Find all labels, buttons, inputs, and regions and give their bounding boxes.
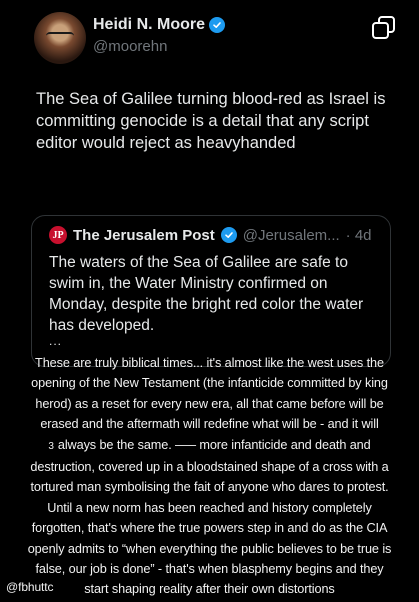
caption-line: These are truly biblical times... it's a… [35,356,384,370]
author-handle[interactable]: @moorehn [93,38,167,55]
jerusalem-post-logo: JP [49,226,67,244]
caption-line: herod) as a reset for every new era, all… [35,396,384,411]
tweet-text: The Sea of Galilee turning blood-red as … [36,90,386,152]
quoted-author-name[interactable]: The Jerusalem Post [73,227,215,244]
quoted-tweet-ellipsis: ... [49,334,63,348]
caption-line: destruction, covered up in a bloodstaine… [30,460,389,475]
caption-line: false, our job is done” - that's when bl… [35,562,384,577]
quoted-author-handle[interactable]: @Jerusalem... [243,227,340,244]
quoted-tweet-card[interactable]: JP The Jerusalem Post @Jerusalem... · 4d… [31,215,391,367]
caption-line: opening of the New Testament (the infant… [31,376,388,391]
caption-number: 3 [48,440,54,452]
author-display-name[interactable]: Heidi N. Moore [93,16,205,34]
caption-line-numbered: 3 always be the same. ––– more infanticid… [0,435,419,457]
quoted-tweet-time: · 4d [345,226,372,244]
quoted-tweet-header: JP The Jerusalem Post @Jerusalem... · 4d [49,226,372,244]
quoted-tweet-text: The waters of the Sea of Galilee are saf… [49,254,364,334]
jerusalem-post-logo-letters: JP [52,229,64,241]
caption-line: tortured man symbolising the fait of any… [30,480,389,495]
caption-line: erased and the aftermath will redefine w… [40,417,379,432]
copy-icon[interactable] [370,14,398,42]
caption-line: forgotten, that's where the true powers … [31,521,388,536]
caption-line: openly admits to “when everything the pu… [27,541,392,556]
story-username[interactable]: @fbhuttc [6,577,56,598]
caption-line: Until a new norm has been reached and hi… [47,500,372,515]
author-name-row[interactable]: Heidi N. Moore [93,16,226,34]
verified-badge-icon [209,17,226,33]
avatar[interactable] [34,12,86,64]
story-caption: These are truly biblical times... it's a… [0,353,419,600]
caption-line: always be the same. ––– more infanticide… [57,437,371,452]
caption-line: start shaping reality after their own di… [84,582,335,597]
avatar-glasses [46,32,74,42]
verified-badge-icon [220,227,237,243]
